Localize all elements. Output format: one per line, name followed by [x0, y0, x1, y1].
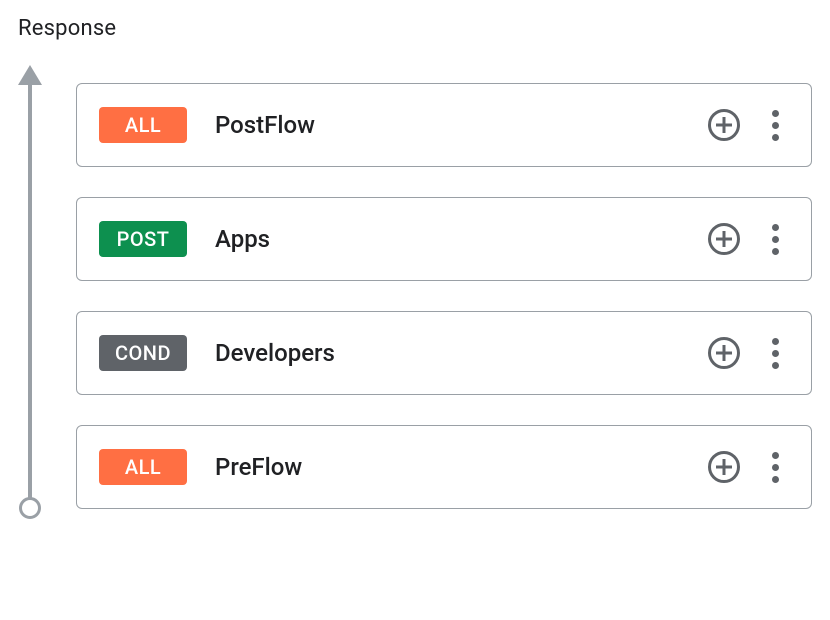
method-badge: ALL [99, 449, 187, 485]
flow-actions [704, 446, 789, 489]
add-step-button[interactable] [704, 219, 744, 259]
section-title: Response [18, 16, 812, 41]
add-step-button[interactable] [704, 333, 744, 373]
kebab-icon [766, 108, 785, 143]
more-options-button[interactable] [762, 332, 789, 375]
flow-card-postflow[interactable]: ALL PostFlow [76, 83, 812, 167]
more-options-button[interactable] [762, 218, 789, 261]
more-options-button[interactable] [762, 104, 789, 147]
more-options-button[interactable] [762, 446, 789, 489]
method-badge: ALL [99, 107, 187, 143]
flow-card-apps[interactable]: POST Apps [76, 197, 812, 281]
arrow-line [28, 81, 32, 509]
flow-actions [704, 104, 789, 147]
flow-list: ALL PostFlow POST Apps [64, 65, 812, 519]
method-badge: POST [99, 221, 187, 257]
plus-circle-icon [708, 451, 740, 483]
flow-card-preflow[interactable]: ALL PreFlow [76, 425, 812, 509]
flow-name: PreFlow [215, 453, 704, 481]
flow-actions [704, 332, 789, 375]
flow-card-developers[interactable]: COND Developers [76, 311, 812, 395]
add-step-button[interactable] [704, 105, 744, 145]
flow-name: PostFlow [215, 111, 704, 139]
kebab-icon [766, 336, 785, 371]
plus-circle-icon [708, 223, 740, 255]
flow-direction-indicator [18, 65, 64, 519]
add-step-button[interactable] [704, 447, 744, 487]
flow-actions [704, 218, 789, 261]
flow-name: Developers [215, 339, 704, 367]
response-flow-panel: ALL PostFlow POST Apps [18, 65, 812, 519]
kebab-icon [766, 450, 785, 485]
kebab-icon [766, 222, 785, 257]
arrow-origin-circle [19, 497, 41, 519]
flow-name: Apps [215, 225, 704, 253]
plus-circle-icon [708, 337, 740, 369]
plus-circle-icon [708, 109, 740, 141]
method-badge: COND [99, 335, 187, 371]
